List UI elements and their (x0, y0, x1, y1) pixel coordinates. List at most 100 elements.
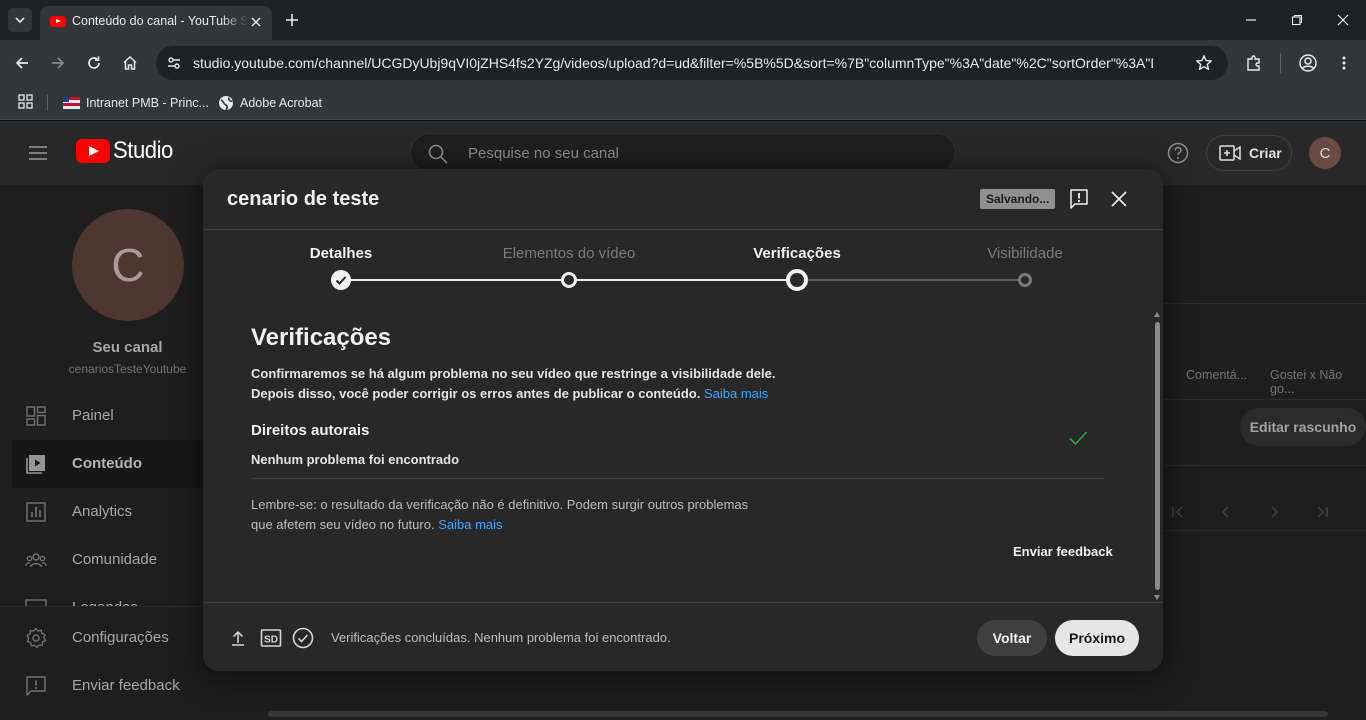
bookmarks-bar: Intranet PMB - Princ... Adobe Acrobat (0, 86, 1366, 120)
copyright-status: Nenhum problema foi encontrado (251, 452, 460, 467)
restore-icon (1291, 14, 1303, 26)
reminder-text-block: Lembre-se: o resultado da verificação nã… (251, 495, 771, 535)
dialog-footer-divider (203, 602, 1163, 603)
section-divider (251, 478, 1105, 479)
home-button[interactable] (118, 51, 142, 75)
chevron-down-icon (15, 17, 25, 24)
step-detalhes-label[interactable]: Detalhes (241, 245, 441, 262)
tune-icon (168, 57, 180, 69)
profile-button[interactable] (1296, 51, 1320, 75)
star-icon (1196, 55, 1212, 71)
arrow-left-icon (15, 57, 28, 69)
saving-badge: Salvando... (980, 189, 1056, 209)
account-icon (1299, 54, 1317, 72)
tab-search-button[interactable] (8, 8, 32, 32)
stepper-remaining-line (797, 279, 1025, 281)
bookmark-star-button[interactable] (1194, 53, 1214, 73)
account-avatar[interactable]: C (1309, 137, 1341, 169)
step-elementos-dot[interactable] (561, 272, 577, 288)
browser-toolbar: studio.youtube.com/channel/UCGDyUbj9qVI0… (0, 40, 1366, 86)
site-info-button[interactable] (164, 53, 184, 73)
success-check-icon (1069, 431, 1088, 446)
reload-icon (88, 56, 100, 69)
sd-quality-icon: SD (260, 629, 282, 647)
step-visibilidade-dot[interactable] (1018, 273, 1032, 287)
copyright-title: Direitos autorais (251, 422, 370, 439)
upload-status-icon[interactable] (226, 626, 250, 650)
home-icon (123, 55, 137, 70)
bookmark-label: Intranet PMB - Princ... (86, 96, 209, 110)
bookmark-label: Adobe Acrobat (240, 96, 323, 110)
checks-description: Confirmaremos se há algum problema no se… (251, 364, 811, 404)
next-button[interactable]: Próximo (1055, 620, 1139, 656)
upload-stepper: Detalhes Elementos do vídeo Verificações… (203, 230, 1163, 310)
back-button[interactable]: Voltar (977, 620, 1047, 656)
content-scrollbar-thumb[interactable] (1155, 322, 1160, 590)
close-icon (251, 17, 261, 27)
scroll-up-arrow-icon[interactable] (1154, 312, 1160, 317)
checks-section-title: Verificações (251, 324, 392, 351)
check-icon (335, 276, 347, 285)
checks-complete-icon[interactable] (291, 626, 315, 650)
minimize-button[interactable] (1228, 0, 1274, 40)
checks-content: Verificações Confirmaremos se há algum p… (203, 310, 1163, 602)
step-visibilidade-label[interactable]: Visibilidade (925, 245, 1125, 262)
more-vert-icon (1342, 56, 1346, 70)
reminder-learn-more-link[interactable]: Saiba mais (438, 517, 502, 532)
minimize-icon (1246, 19, 1256, 21)
report-feedback-icon[interactable] (1067, 187, 1091, 211)
footer-status-text: Verificações concluídas. Nenhum problema… (331, 630, 671, 645)
create-label: Criar (1249, 145, 1282, 161)
extensions-button[interactable] (1242, 51, 1266, 75)
tab-close-button[interactable] (248, 14, 264, 30)
back-button[interactable] (10, 51, 34, 75)
upload-dialog: cenario de teste Salvando... Detalhes El… (203, 169, 1163, 671)
bookmark-adobe-acrobat[interactable]: Adobe Acrobat (218, 92, 322, 114)
step-verificacoes-label[interactable]: Verificações (697, 245, 897, 262)
sd-label: SD (264, 635, 278, 646)
flag-icon (63, 97, 80, 109)
toolbar-separator (1280, 53, 1281, 73)
tab-title: Conteúdo do canal - YouTube Studio (72, 14, 248, 28)
bookmark-intranet[interactable]: Intranet PMB - Princ... (63, 92, 209, 114)
new-tab-button[interactable] (282, 10, 302, 30)
sd-processing-icon[interactable]: SD (259, 626, 283, 650)
browser-menu-button[interactable] (1332, 51, 1356, 75)
browser-tab-active[interactable]: Conteúdo do canal - YouTube Studio (40, 6, 272, 40)
address-bar[interactable]: studio.youtube.com/channel/UCGDyUbj9qVI0… (156, 46, 1228, 80)
step-verificacoes-current-dot[interactable] (786, 269, 808, 291)
dialog-title: cenario de teste (227, 188, 380, 210)
help-icon[interactable] (1166, 141, 1190, 165)
studio-logo[interactable]: Studio (76, 137, 178, 165)
hamburger-menu-icon[interactable] (26, 141, 50, 165)
youtube-favicon-icon (50, 16, 66, 27)
bookmarks-separator (47, 95, 48, 111)
forward-button[interactable] (46, 51, 70, 75)
create-button[interactable]: Criar (1206, 135, 1292, 171)
upload-icon (232, 630, 244, 646)
search-icon (428, 144, 448, 164)
scroll-down-arrow-icon[interactable] (1154, 595, 1160, 600)
step-detalhes-done-icon[interactable] (331, 270, 351, 290)
plus-icon (286, 14, 298, 26)
apps-grid-icon[interactable] (17, 93, 35, 111)
globe-icon (219, 96, 233, 111)
browser-tab-bar: Conteúdo do canal - YouTube Studio (0, 0, 1366, 40)
puzzle-icon (1247, 55, 1260, 71)
close-window-button[interactable] (1320, 0, 1366, 40)
video-add-icon (1219, 145, 1241, 161)
youtube-play-logo-icon (76, 139, 110, 163)
search-placeholder: Pesquise no seu canal (468, 145, 619, 162)
learn-more-link[interactable]: Saiba mais (704, 386, 768, 401)
send-feedback-link[interactable]: Enviar feedback (1013, 544, 1113, 559)
step-elementos-label[interactable]: Elementos do vídeo (469, 245, 669, 262)
reload-button[interactable] (82, 51, 106, 75)
arrow-right-icon (52, 57, 65, 69)
url-text: studio.youtube.com/channel/UCGDyUbj9qVI0… (193, 55, 1153, 71)
checks-description-text: Confirmaremos se há algum problema no se… (251, 366, 776, 401)
channel-search-input[interactable]: Pesquise no seu canal (410, 133, 956, 173)
studio-logo-text: Studio (113, 137, 173, 164)
close-icon (1337, 14, 1349, 26)
restore-button[interactable] (1274, 0, 1320, 40)
close-icon[interactable] (1107, 187, 1131, 211)
